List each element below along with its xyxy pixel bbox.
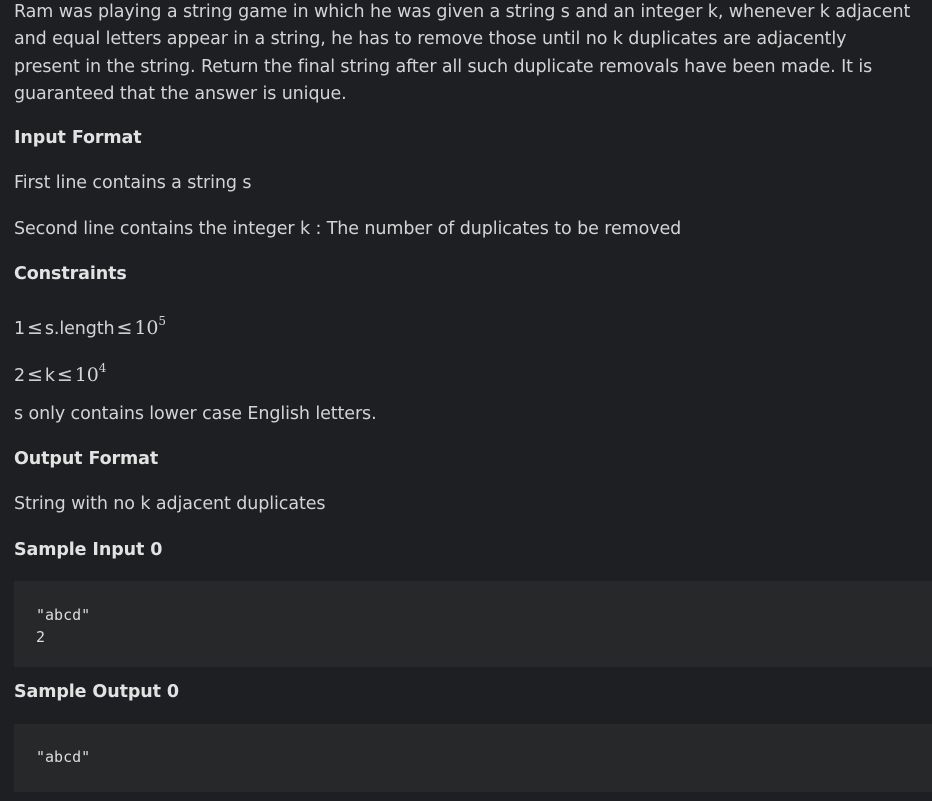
leq-symbol: ≤ bbox=[56, 364, 73, 386]
input-format-heading: Input Format bbox=[14, 128, 142, 148]
constraint-k: 2 ≤ k ≤104 bbox=[14, 355, 106, 390]
constraint-length-var: s.length bbox=[44, 319, 115, 339]
constraint-k-exponent: 4 bbox=[98, 361, 107, 375]
sample-input-code-block: "abcd" 2 bbox=[14, 581, 932, 667]
output-format-heading: Output Format bbox=[14, 449, 159, 469]
sample-input-line-2: 2 bbox=[36, 628, 46, 646]
sample-input-heading: Sample Input 0 bbox=[14, 540, 163, 560]
constraints-heading: Constraints bbox=[14, 264, 127, 284]
leq-symbol: ≤ bbox=[27, 317, 43, 339]
input-format-line-2: Second line contains the integer k : The… bbox=[14, 219, 682, 239]
constraint-k-lower: 2 bbox=[14, 366, 26, 386]
sample-input-line-1: "abcd" bbox=[36, 606, 91, 624]
leq-symbol: ≤ bbox=[27, 364, 43, 386]
constraint-length-base: 10 bbox=[134, 317, 159, 339]
input-format-line-1: First line contains a string s bbox=[14, 173, 252, 193]
constraint-k-var: k bbox=[44, 366, 55, 386]
output-format-text: String with no k adjacent duplicates bbox=[14, 494, 326, 514]
constraint-length-exponent: 5 bbox=[158, 314, 166, 328]
constraint-length-lower: 1 bbox=[14, 319, 26, 339]
leq-symbol: ≤ bbox=[116, 317, 133, 339]
constraint-note: s only contains lower case English lette… bbox=[14, 404, 377, 424]
problem-description: Ram was playing a string game in which h… bbox=[14, 2, 911, 104]
sample-output-heading: Sample Output 0 bbox=[14, 682, 179, 702]
constraint-length: 1 ≤ s.length ≤105 bbox=[14, 308, 166, 343]
sample-output-line-1: "abcd" bbox=[36, 748, 91, 766]
constraint-k-base: 10 bbox=[74, 364, 99, 386]
sample-output-code-block: "abcd" bbox=[14, 724, 932, 792]
